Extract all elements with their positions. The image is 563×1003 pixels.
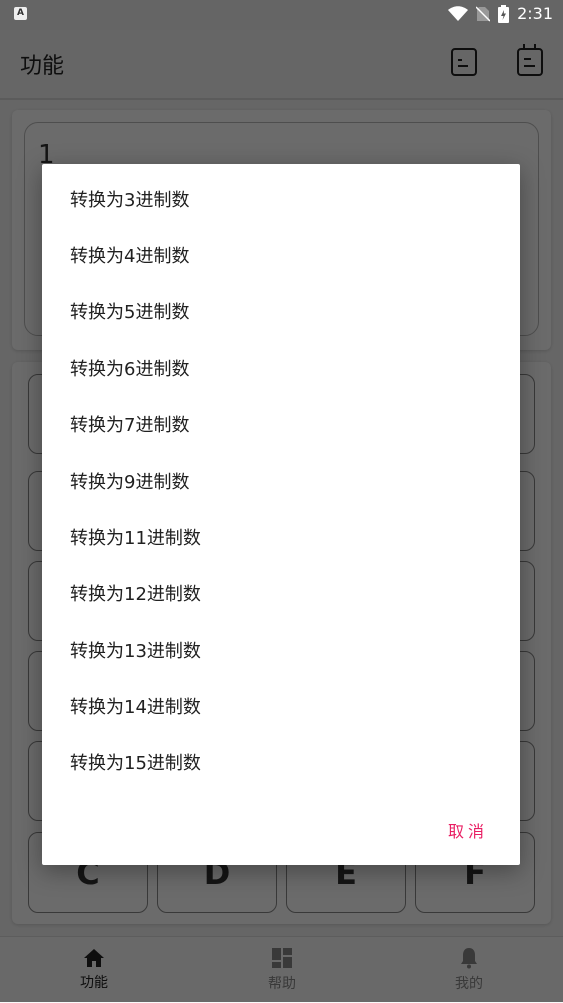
dialog-option-base-7[interactable]: 转换为7进制数 — [70, 414, 189, 438]
dialog-option-base-11[interactable]: 转换为11进制数 — [70, 527, 201, 551]
dialog-option-base-6[interactable]: 转换为6进制数 — [70, 358, 189, 382]
cancel-button[interactable]: 取消 — [448, 818, 488, 842]
battery-charging-icon — [498, 4, 510, 23]
app-notification-icon: A — [14, 7, 27, 20]
dialog-option-base-12[interactable]: 转换为12进制数 — [70, 583, 201, 607]
wifi-icon — [448, 5, 469, 21]
convert-base-dialog: 转换为3进制数 转换为4进制数 转换为5进制数 转换为6进制数 转换为7进制数 … — [42, 164, 520, 865]
status-icons: 2:31 — [448, 4, 553, 23]
dialog-option-base-5[interactable]: 转换为5进制数 — [70, 301, 189, 325]
no-sim-icon — [476, 5, 491, 22]
dialog-option-base-13[interactable]: 转换为13进制数 — [70, 640, 201, 664]
dialog-option-base-3[interactable]: 转换为3进制数 — [70, 189, 189, 213]
dialog-option-base-4[interactable]: 转换为4进制数 — [70, 245, 189, 269]
dialog-option-base-14[interactable]: 转换为14进制数 — [70, 696, 201, 720]
status-time: 2:31 — [517, 4, 553, 23]
dialog-option-base-15[interactable]: 转换为15进制数 — [70, 752, 201, 776]
dialog-option-base-9[interactable]: 转换为9进制数 — [70, 471, 189, 495]
